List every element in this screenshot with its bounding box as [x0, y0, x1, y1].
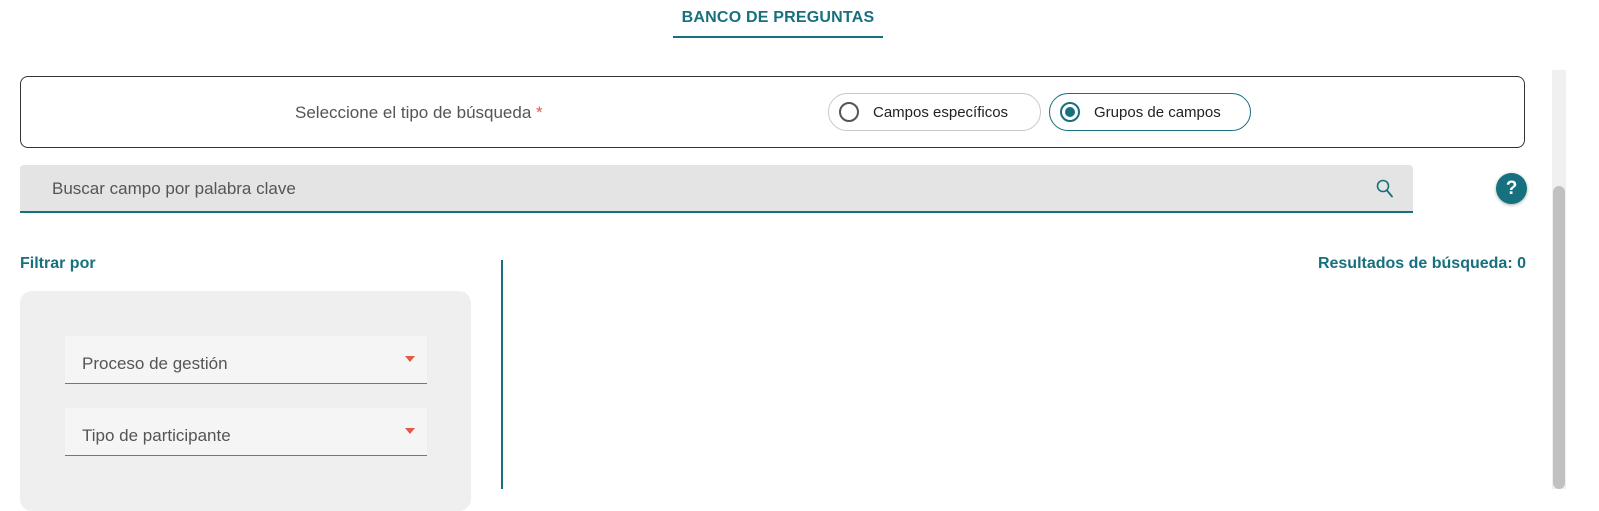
page-title-tab[interactable]: BANCO DE PREGUNTAS [673, 0, 883, 38]
search-type-label: Seleccione el tipo de búsqueda * [295, 103, 543, 123]
select-label: Tipo de participante [82, 426, 231, 445]
filter-panel: Proceso de gestión Tipo de participante [20, 291, 471, 511]
radio-label: Grupos de campos [1094, 103, 1221, 121]
required-mark: * [536, 103, 543, 122]
radio-grupos-de-campos[interactable]: Grupos de campos [1049, 93, 1251, 131]
select-tipo-de-participante[interactable]: Tipo de participante [65, 408, 427, 456]
results-count: Resultados de búsqueda: 0 [1317, 255, 1526, 272]
caret-down-icon [405, 356, 415, 362]
caret-down-icon [405, 428, 415, 434]
radio-label: Campos específicos [873, 103, 1009, 121]
search-bar [20, 165, 1413, 213]
vertical-divider [501, 260, 503, 489]
page-title: BANCO DE PREGUNTAS [681, 9, 875, 26]
search-icon[interactable] [1376, 179, 1394, 199]
help-button[interactable]: ? [1496, 173, 1527, 204]
select-label: Proceso de gestión [82, 354, 228, 373]
radio-campos-especificos[interactable]: Campos específicos [828, 93, 1041, 131]
radio-checked-icon [1060, 102, 1080, 122]
select-proceso-de-gestion[interactable]: Proceso de gestión [65, 336, 427, 384]
question-icon: ? [1505, 177, 1518, 199]
filter-title: Filtrar por [20, 255, 96, 272]
search-input[interactable] [50, 165, 1354, 213]
search-type-box: Seleccione el tipo de búsqueda * Campos … [20, 76, 1525, 148]
scrollbar-thumb[interactable] [1553, 186, 1565, 489]
radio-unchecked-icon [839, 102, 859, 122]
search-type-label-text: Seleccione el tipo de búsqueda [295, 103, 532, 122]
